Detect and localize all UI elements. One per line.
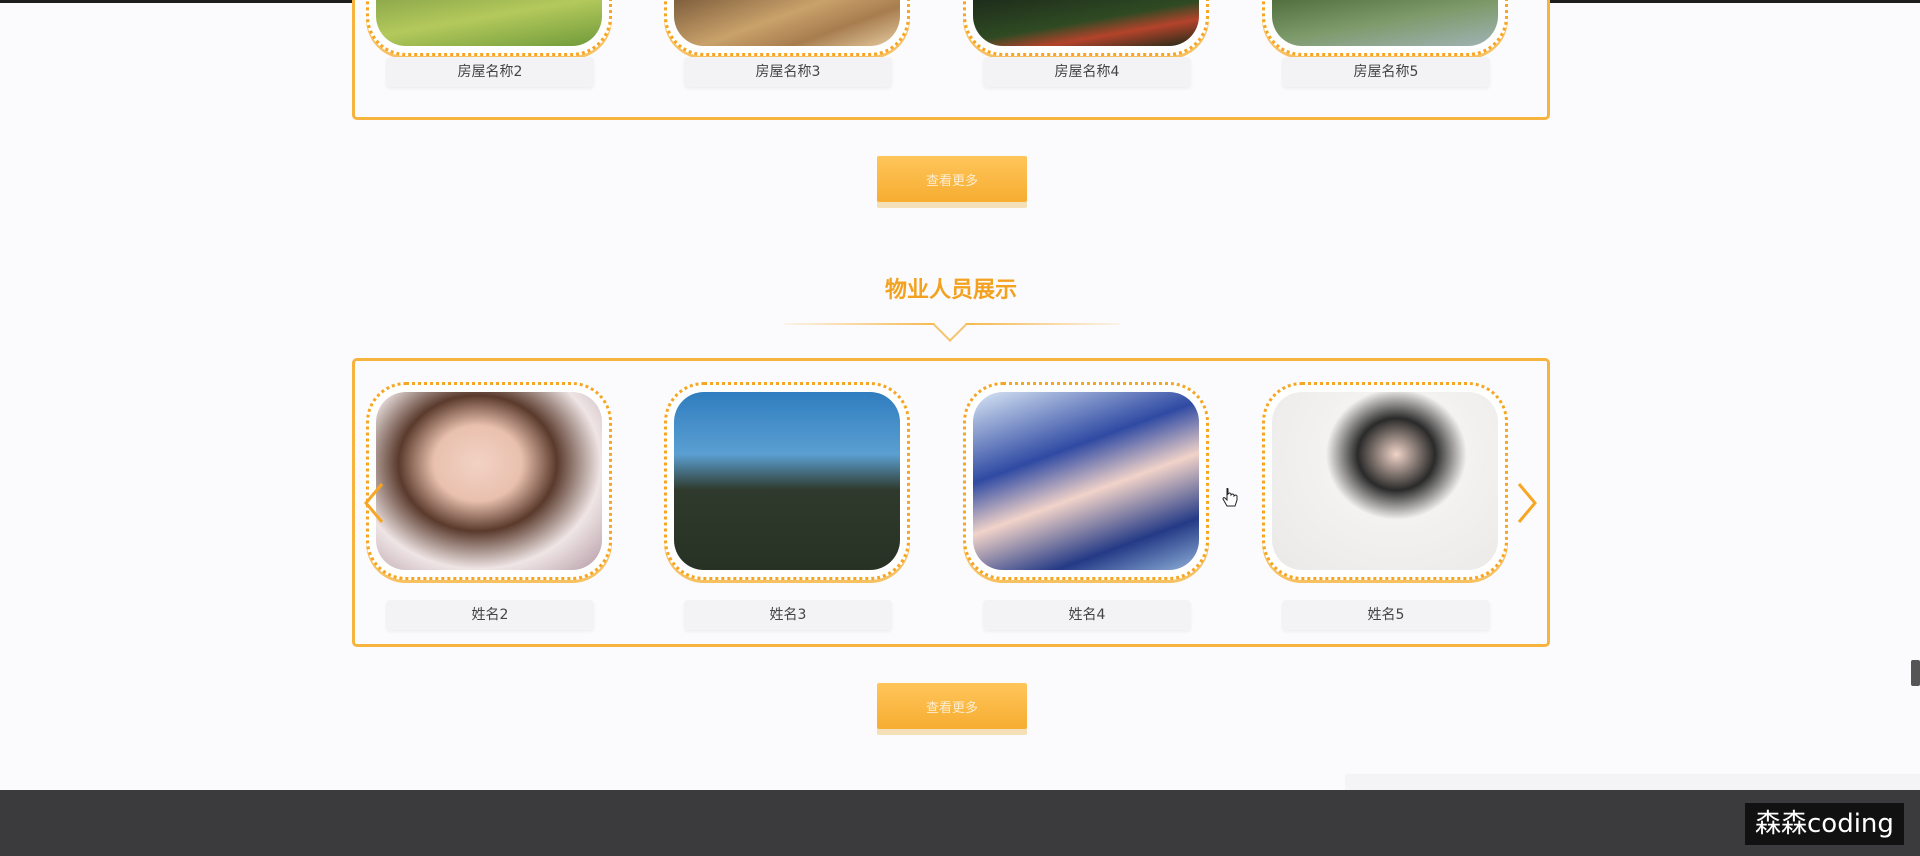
staff-image-frame[interactable] xyxy=(963,382,1209,580)
house-name[interactable]: 房屋名称5 xyxy=(1282,57,1490,87)
house-card[interactable]: 房屋名称3 xyxy=(664,0,914,87)
staff-name[interactable]: 姓名5 xyxy=(1282,600,1490,630)
staff-card[interactable]: 姓名2 xyxy=(366,382,616,630)
staff-photo[interactable] xyxy=(376,392,602,570)
house-card[interactable]: 房屋名称4 xyxy=(963,0,1213,87)
staff-photo[interactable] xyxy=(973,392,1199,570)
house-photo[interactable] xyxy=(973,0,1199,46)
chevron-left-icon[interactable] xyxy=(360,478,390,528)
house-image-frame[interactable] xyxy=(963,0,1209,56)
house-name[interactable]: 房屋名称4 xyxy=(983,57,1191,87)
staff-photo[interactable] xyxy=(674,392,900,570)
house-image-frame[interactable] xyxy=(1262,0,1508,56)
house-photo[interactable] xyxy=(1272,0,1498,46)
divider-chevron-icon xyxy=(933,308,967,342)
house-name[interactable]: 房屋名称3 xyxy=(684,57,892,87)
hand-cursor-icon xyxy=(1222,488,1238,507)
page-footer xyxy=(0,790,1920,856)
staff-name[interactable]: 姓名2 xyxy=(386,600,594,630)
staff-image-frame[interactable] xyxy=(664,382,910,580)
chevron-right-icon[interactable] xyxy=(1511,478,1541,528)
staff-list: 姓名2 姓名3 姓名4 姓名5 xyxy=(0,358,1920,647)
staff-card[interactable]: 姓名3 xyxy=(664,382,914,630)
section-title: 物业人员展示 xyxy=(884,278,1017,303)
staff-name[interactable]: 姓名4 xyxy=(983,600,1191,630)
page: 房屋名称2 房屋名称3 房屋名称4 房屋名称5 查看更多 物业人员展示 姓名2 … xyxy=(0,0,1920,856)
house-name[interactable]: 房屋名称2 xyxy=(386,57,594,87)
view-more-houses-button[interactable]: 查看更多 xyxy=(877,156,1027,202)
staff-name[interactable]: 姓名3 xyxy=(684,600,892,630)
staff-image-frame[interactable] xyxy=(1262,382,1508,580)
watermark: 森森coding xyxy=(1745,803,1904,845)
house-photo[interactable] xyxy=(674,0,900,46)
house-image-frame[interactable] xyxy=(366,0,612,56)
staff-image-frame[interactable] xyxy=(366,382,612,580)
house-card[interactable]: 房屋名称2 xyxy=(366,0,616,87)
house-card[interactable]: 房屋名称5 xyxy=(1262,0,1512,87)
scrollbar-thumb[interactable] xyxy=(1911,660,1920,686)
staff-card[interactable]: 姓名4 xyxy=(963,382,1213,630)
house-photo[interactable] xyxy=(376,0,602,46)
view-more-staff-button[interactable]: 查看更多 xyxy=(877,683,1027,729)
staff-photo[interactable] xyxy=(1272,392,1498,570)
staff-card[interactable]: 姓名5 xyxy=(1262,382,1512,630)
house-image-frame[interactable] xyxy=(664,0,910,56)
